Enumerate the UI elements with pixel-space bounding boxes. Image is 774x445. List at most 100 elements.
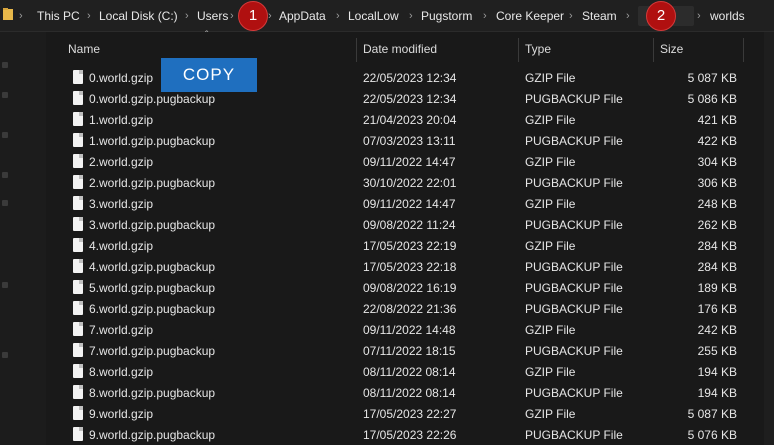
file-icon <box>73 238 83 252</box>
file-size: 5 086 KB <box>687 92 737 106</box>
file-type: PUGBACKUP File <box>525 260 623 274</box>
file-size: 5 087 KB <box>687 71 737 85</box>
file-row[interactable]: 9.world.gzip 17/05/2023 22:27 GZIP File 5 0… <box>0 403 774 424</box>
folder-icon <box>3 8 13 20</box>
file-row[interactable]: 0.world.gzip.pugbackup 22/05/2023 12:34 PU… <box>0 88 774 109</box>
column-header-type[interactable]: Type <box>525 36 551 62</box>
file-size: 304 KB <box>697 155 737 169</box>
file-icon <box>73 280 83 294</box>
file-date-modified: 09/08/2022 16:19 <box>363 281 457 295</box>
file-name: 7.world.gzip <box>89 323 154 337</box>
chevron-right-icon: › <box>483 10 487 22</box>
file-name: 6.world.gzip.pugbackup <box>89 302 216 316</box>
file-size: 242 KB <box>697 323 737 337</box>
file-row[interactable]: 9.world.gzip.pugbackup 17/05/2023 22:26 PU… <box>0 424 774 445</box>
file-type: PUGBACKUP File <box>525 134 623 148</box>
file-row[interactable]: 5.world.gzip.pugbackup 09/08/2022 16:19 PU… <box>0 277 774 298</box>
file-size: 421 KB <box>697 113 737 127</box>
breadcrumb-locallow[interactable]: LocalLow <box>348 8 399 24</box>
file-row[interactable]: 2.world.gzip.pugbackup 30/10/2022 22:01 PU… <box>0 172 774 193</box>
file-icon <box>73 91 83 105</box>
file-type: PUGBACKUP File <box>525 176 623 190</box>
file-type: PUGBACKUP File <box>525 281 623 295</box>
file-name: 8.world.gzip.pugbackup <box>89 386 216 400</box>
step-badge-2: 2 <box>646 1 676 31</box>
file-size: 248 KB <box>697 197 737 211</box>
file-size: 306 KB <box>697 176 737 190</box>
file-row[interactable]: 7.world.gzip 09/11/2022 14:48 GZIP File 242… <box>0 319 774 340</box>
breadcrumb-local-disk[interactable]: Local Disk (C:) <box>99 8 178 24</box>
file-type: PUGBACKUP File <box>525 386 623 400</box>
file-size: 284 KB <box>697 260 737 274</box>
file-size: 189 KB <box>697 281 737 295</box>
copy-label: COPY <box>161 58 257 92</box>
sort-ascending-icon: ˆ <box>205 30 209 41</box>
file-size: 194 KB <box>697 386 737 400</box>
file-list[interactable]: 0.world.gzip 22/05/2023 12:34 GZIP File 5 0… <box>0 67 774 445</box>
breadcrumb-steam[interactable]: Steam <box>582 8 617 24</box>
file-row[interactable]: 8.world.gzip.pugbackup 08/11/2022 08:14 PU… <box>0 382 774 403</box>
column-header-name[interactable]: Name <box>68 36 100 62</box>
breadcrumb-appdata[interactable]: AppData <box>279 8 326 24</box>
chevron-right-icon: › <box>409 10 413 22</box>
file-icon <box>73 259 83 273</box>
file-name: 5.world.gzip.pugbackup <box>89 281 216 295</box>
file-name: 1.world.gzip <box>89 113 154 127</box>
file-row[interactable]: 8.world.gzip 08/11/2022 08:14 GZIP File 194… <box>0 361 774 382</box>
column-divider[interactable] <box>653 38 654 62</box>
file-name: 4.world.gzip <box>89 239 154 253</box>
chevron-right-icon: › <box>87 10 91 22</box>
file-row[interactable]: 3.world.gzip.pugbackup 09/08/2022 11:24 PU… <box>0 214 774 235</box>
breadcrumb-this-pc[interactable]: This PC <box>37 8 80 24</box>
file-row[interactable]: 4.world.gzip.pugbackup 17/05/2023 22:18 PU… <box>0 256 774 277</box>
file-row[interactable]: 7.world.gzip.pugbackup 07/11/2022 18:15 PU… <box>0 340 774 361</box>
file-size: 5 076 KB <box>687 428 737 442</box>
address-bar[interactable]: › This PC › Local Disk (C:) › Users › 1 … <box>0 0 774 32</box>
file-icon <box>73 133 83 147</box>
file-name: 0.world.gzip.pugbackup <box>89 92 216 106</box>
file-icon <box>73 385 83 399</box>
file-name: 4.world.gzip.pugbackup <box>89 260 216 274</box>
file-date-modified: 08/11/2022 08:14 <box>363 365 456 379</box>
file-type: PUGBACKUP File <box>525 344 623 358</box>
file-icon <box>73 154 83 168</box>
file-name: 3.world.gzip <box>89 197 154 211</box>
column-header-size[interactable]: Size <box>660 36 683 62</box>
file-name: 8.world.gzip <box>89 365 154 379</box>
file-date-modified: 09/11/2022 14:48 <box>363 323 456 337</box>
file-row[interactable]: 4.world.gzip 17/05/2023 22:19 GZIP File 284… <box>0 235 774 256</box>
vertical-scrollbar[interactable] <box>764 32 774 445</box>
file-type: GZIP File <box>525 239 576 253</box>
column-divider[interactable] <box>743 38 744 62</box>
file-row[interactable]: 2.world.gzip 09/11/2022 14:47 GZIP File 304… <box>0 151 774 172</box>
file-date-modified: 09/11/2022 14:47 <box>363 155 456 169</box>
file-icon <box>73 112 83 126</box>
file-icon <box>73 406 83 420</box>
file-date-modified: 09/11/2022 14:47 <box>363 197 456 211</box>
file-type: GZIP File <box>525 323 576 337</box>
file-row[interactable]: 1.world.gzip 21/04/2023 20:04 GZIP File 421… <box>0 109 774 130</box>
column-header-date[interactable]: Date modified <box>363 36 437 62</box>
file-date-modified: 07/03/2023 13:11 <box>363 134 456 148</box>
breadcrumb-users[interactable]: Users <box>197 8 228 24</box>
file-size: 176 KB <box>697 302 737 316</box>
file-row[interactable]: 1.world.gzip.pugbackup 07/03/2023 13:11 PU… <box>0 130 774 151</box>
column-divider[interactable] <box>518 38 519 62</box>
file-icon <box>73 322 83 336</box>
file-icon <box>73 364 83 378</box>
file-row[interactable]: 3.world.gzip 09/11/2022 14:47 GZIP File 248… <box>0 193 774 214</box>
file-type: GZIP File <box>525 407 576 421</box>
file-icon <box>73 175 83 189</box>
file-date-modified: 22/05/2023 12:34 <box>363 92 457 106</box>
file-row[interactable]: 6.world.gzip.pugbackup 22/08/2022 21:36 PU… <box>0 298 774 319</box>
column-divider[interactable] <box>356 38 357 62</box>
breadcrumb-worlds[interactable]: worlds <box>710 8 745 24</box>
file-date-modified: 17/05/2023 22:27 <box>363 407 457 421</box>
file-name: 2.world.gzip <box>89 155 154 169</box>
chevron-right-icon: › <box>697 10 701 22</box>
file-size: 5 087 KB <box>687 407 737 421</box>
file-date-modified: 17/05/2023 22:19 <box>363 239 457 253</box>
breadcrumb-pugstorm[interactable]: Pugstorm <box>421 8 472 24</box>
breadcrumb-core-keeper[interactable]: Core Keeper <box>496 8 564 24</box>
file-row[interactable]: 0.world.gzip 22/05/2023 12:34 GZIP File 5 0… <box>0 67 774 88</box>
